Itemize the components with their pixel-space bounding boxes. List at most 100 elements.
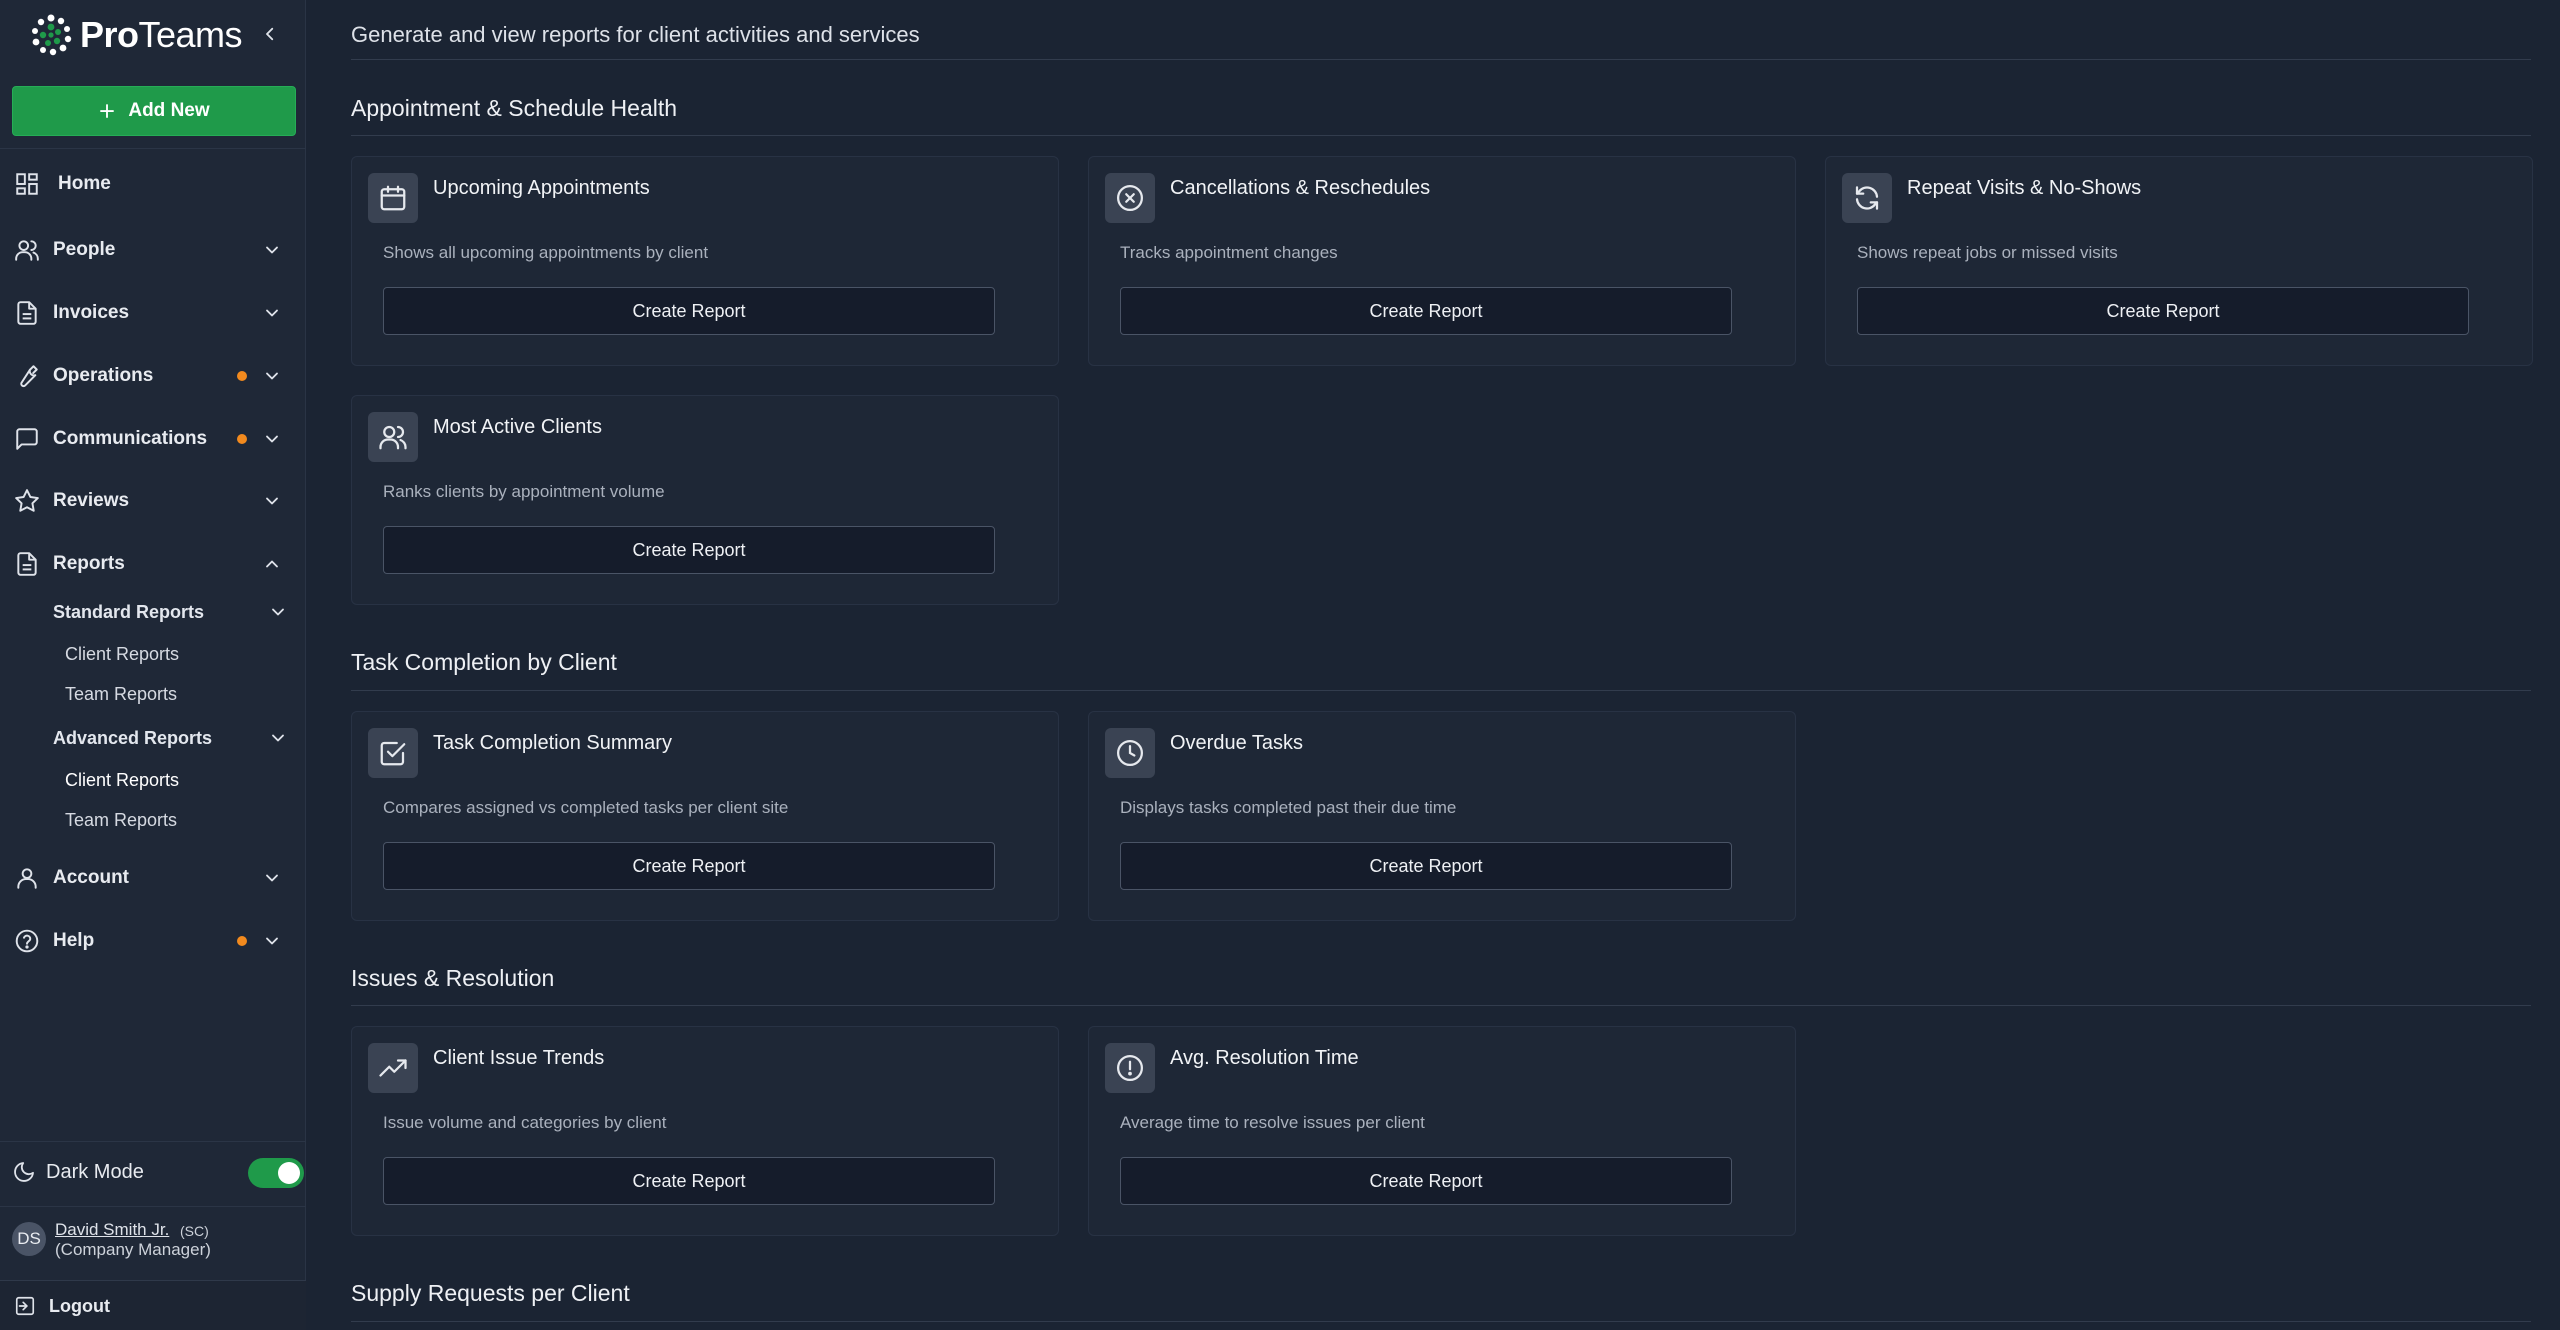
card-title: Avg. Resolution Time [1170,1047,1359,1069]
logo[interactable]: ProTeams [28,12,288,58]
logout-button[interactable]: Logout [0,1280,306,1330]
card-title: Cancellations & Reschedules [1170,177,1431,199]
chevron-up-icon [266,560,278,568]
section-divider [351,1005,2531,1006]
card-icon-box [1105,728,1155,778]
section-divider [351,135,2531,136]
create-report-button[interactable]: Create Report [1120,1157,1732,1205]
logout-label: Logout [49,1296,110,1316]
card-title: Upcoming Appointments [433,177,650,199]
add-new-label: Add New [128,100,210,121]
dark-mode-toggle[interactable] [248,1158,304,1188]
card-description: Tracks appointment changes [1120,243,1338,262]
card-icon-box [1105,1043,1155,1093]
create-report-button[interactable]: Create Report [383,287,995,335]
refresh-icon [1855,186,1879,210]
notification-dot [237,434,247,444]
report-card-overdue-tasks: Overdue Tasks Displays tasks completed p… [1088,711,1796,921]
card-description: Average time to resolve issues per clien… [1120,1113,1425,1132]
create-report-button[interactable]: Create Report [1120,287,1732,335]
add-new-button[interactable]: Add New [12,86,296,136]
calendar-icon [380,185,406,211]
sidebar-item-reports[interactable]: Reports [0,539,306,589]
sidebar-item-label: Operations [53,365,154,386]
logo-text: ProTeams [80,14,243,55]
sidebar-item-operations[interactable]: Operations [0,351,306,401]
sidebar-item-home[interactable]: Home [0,159,306,209]
user-icon [17,868,37,889]
message-square-icon [16,428,38,450]
user-profile: DS David Smith Jr. (SC) (Company Manager… [0,1214,306,1268]
sidebar-item-label: Reviews [53,490,130,511]
section-divider [351,59,2531,60]
chevron-left-icon [266,27,274,41]
user-tag: (SC) [180,1223,209,1239]
card-title: Task Completion Summary [433,732,672,754]
sidebar-item-invoices[interactable]: Invoices [0,288,306,338]
create-report-button[interactable]: Create Report [1857,287,2469,335]
sidebar-subgroup-standard-reports[interactable]: Standard Reports [0,587,306,637]
card-icon-box [1842,173,1892,223]
user-name-link[interactable]: David Smith Jr. [55,1220,169,1240]
card-description: Ranks clients by appointment volume [383,482,665,501]
section-divider [351,690,2531,691]
sidebar-item-account[interactable]: Account [0,853,306,903]
dark-mode-label: Dark Mode [46,1160,144,1183]
card-title: Most Active Clients [433,416,602,438]
sidebar-item-label: Reports [53,553,125,574]
sidebar-item-reviews[interactable]: Reviews [0,476,306,526]
create-report-button[interactable]: Create Report [1120,842,1732,890]
card-description: Shows repeat jobs or missed visits [1857,243,2118,262]
sidebar-subgroup-advanced-reports[interactable]: Advanced Reports [0,713,306,763]
chevron-down-icon [266,874,278,882]
sidebar-sub-item-standard-team-reports[interactable]: Team Reports [65,684,177,705]
file-text-icon [17,301,37,325]
subgroup-label: Advanced Reports [53,728,213,748]
create-report-button[interactable]: Create Report [383,526,995,574]
sidebar-item-communications[interactable]: Communications [0,414,306,464]
section-title-issues: Issues & Resolution [351,965,555,991]
chevron-down-icon [272,734,284,742]
card-icon-box [1105,173,1155,223]
card-description: Displays tasks completed past their due … [1120,798,1457,817]
section-title-supply: Supply Requests per Client [351,1280,630,1306]
chevron-down-icon [266,309,278,317]
card-title: Overdue Tasks [1170,732,1304,754]
sidebar-sub-item-advanced-team-reports[interactable]: Team Reports [65,810,177,831]
check-square-icon [380,741,406,766]
sidebar-item-label: Communications [53,428,208,449]
logout-icon [15,1296,35,1316]
sidebar-item-label: Home [58,173,111,194]
card-icon-box [368,1043,418,1093]
sidebar-item-people[interactable]: People [0,225,306,275]
notification-dot [237,371,247,381]
sidebar-divider [0,1141,306,1142]
sidebar-sub-item-standard-client-reports[interactable]: Client Reports [65,644,179,665]
dark-mode-row: Dark Mode [0,1144,306,1200]
report-card-task-completion-summary: Task Completion Summary Compares assigne… [351,711,1059,921]
section-title-tasks: Task Completion by Client [351,649,617,675]
users-icon [15,240,39,261]
report-card-upcoming-appointments: Upcoming Appointments Shows all upcoming… [351,156,1059,366]
wrench-icon [20,365,38,387]
sidebar-sub-item-advanced-client-reports[interactable]: Client Reports [65,770,179,791]
subgroup-label: Standard Reports [53,602,205,622]
star-icon [15,489,39,512]
sidebar-item-label: Account [53,867,129,888]
sidebar-item-label: People [53,239,116,260]
page-subtitle: Generate and view reports for client act… [351,22,920,47]
users-icon [379,425,407,450]
create-report-button[interactable]: Create Report [383,1157,995,1205]
card-title: Repeat Visits & No-Shows [1907,177,2142,199]
sidebar-item-help[interactable]: Help [0,916,306,966]
create-report-button[interactable]: Create Report [383,842,995,890]
collapse-sidebar-button[interactable] [256,20,284,48]
alert-circle-icon [1117,1055,1143,1081]
card-icon-box [368,173,418,223]
clock-icon [1117,740,1143,766]
section-title-appointments: Appointment & Schedule Health [351,95,678,121]
trending-up-icon [379,1059,407,1077]
dashboard-icon [16,173,38,195]
sidebar-divider [0,1206,306,1207]
chevron-down-icon [266,246,278,254]
